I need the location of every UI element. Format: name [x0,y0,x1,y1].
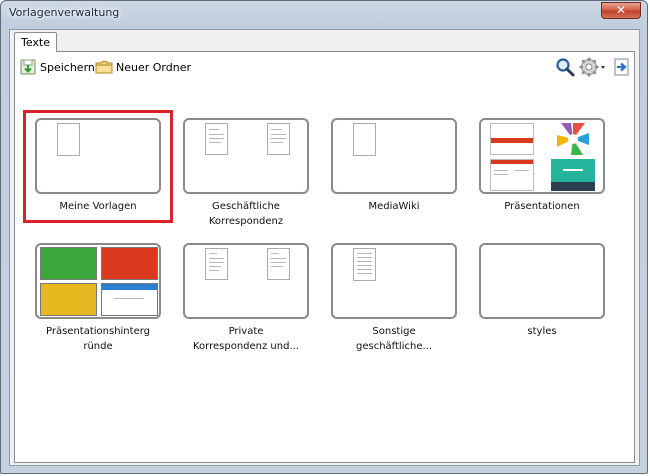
yellow-background-slide [40,283,97,316]
slide-accent-bar-2 [491,160,533,164]
folder-caption: Private Korrespondenz und... [172,324,320,354]
folder-thumbnail [183,243,309,319]
folder-tile-sonstige-geschaeftliche[interactable]: Sonstige geschäftliche... [320,236,468,356]
folder-name-line2: Korrespondenz und... [193,341,299,352]
folder-name: Geschäftliche [212,201,280,212]
new-folder-label: Neuer Ordner [116,60,191,74]
folder-tile-meine-vorlagen[interactable]: Meine Vorlagen [23,110,173,231]
save-label: Speichern [40,60,95,74]
folder-tile-praesentationshintergruende[interactable]: Präsentationshinterg ründe [24,236,172,356]
settings-gear-icon[interactable] [579,57,607,77]
window-title: Vorlagenverwaltung [9,6,120,19]
folder-caption: Sonstige geschäftliche... [320,324,468,354]
folder-caption: Geschäftliche Korrespondenz [172,199,320,229]
green-background-slide [40,247,97,280]
folder-tile-praesentationen[interactable]: Präsentationen [468,111,616,231]
slide-accent-bar [491,138,533,143]
dialog-body: Texte Speichern Neuer Ordner Meine Vorla… [9,29,640,466]
folder-name: Sonstige [372,326,416,337]
folder-thumbnail [479,118,605,194]
folder-name: Private [228,326,264,337]
folder-thumbnail [331,118,457,194]
folder-thumbnail [331,243,457,319]
folder-tile-geschaeftliche-korrespondenz[interactable]: Geschäftliche Korrespondenz [172,111,320,231]
tab-texte[interactable]: Texte [14,32,58,52]
folder-thumbnail [35,243,161,319]
folder-name: Präsentationen [504,201,580,212]
save-icon [19,58,37,76]
search-icon[interactable] [555,57,575,77]
folder-name-line2: Korrespondenz [208,216,284,227]
tab-panel: Speichern Neuer Ordner Meine Vorlagen Ge… [14,51,635,463]
folder-name: styles [527,326,557,337]
import-icon[interactable] [612,57,632,77]
folder-caption: MediaWiki [320,199,468,214]
dialog-window: Vorlagenverwaltung ✕ Texte Speichern Neu… [0,0,648,474]
save-button[interactable]: Speichern [19,56,95,78]
new-folder-button[interactable]: Neuer Ordner [95,56,191,78]
folder-caption: Präsentationshinterg ründe [24,324,172,354]
folder-caption: Meine Vorlagen [24,199,172,214]
folder-thumbnail [183,118,309,194]
folder-tile-styles[interactable]: styles [468,236,616,356]
folder-name: Meine Vorlagen [59,201,137,212]
folder-thumbnail [35,118,161,194]
folder-name-line2: ründe [83,341,113,352]
close-button[interactable]: ✕ [601,2,641,19]
folder-caption: Präsentationen [468,199,616,214]
red-background-slide [101,247,158,280]
pinwheel-slide [551,123,595,155]
folder-thumbnail [479,243,605,319]
folder-icon [95,58,113,76]
folder-tile-mediawiki[interactable]: MediaWiki [320,111,468,231]
folder-name: MediaWiki [368,201,420,212]
folder-name: Präsentationshinterg [45,326,151,337]
title-bar[interactable]: Vorlagenverwaltung ✕ [1,1,647,25]
folder-name-line2: geschäftliche... [355,341,433,352]
teal-slide [551,159,595,191]
white-background-slide [101,283,158,316]
folder-tile-private-korrespondenz[interactable]: Private Korrespondenz und... [172,236,320,356]
folder-caption: styles [468,324,616,339]
